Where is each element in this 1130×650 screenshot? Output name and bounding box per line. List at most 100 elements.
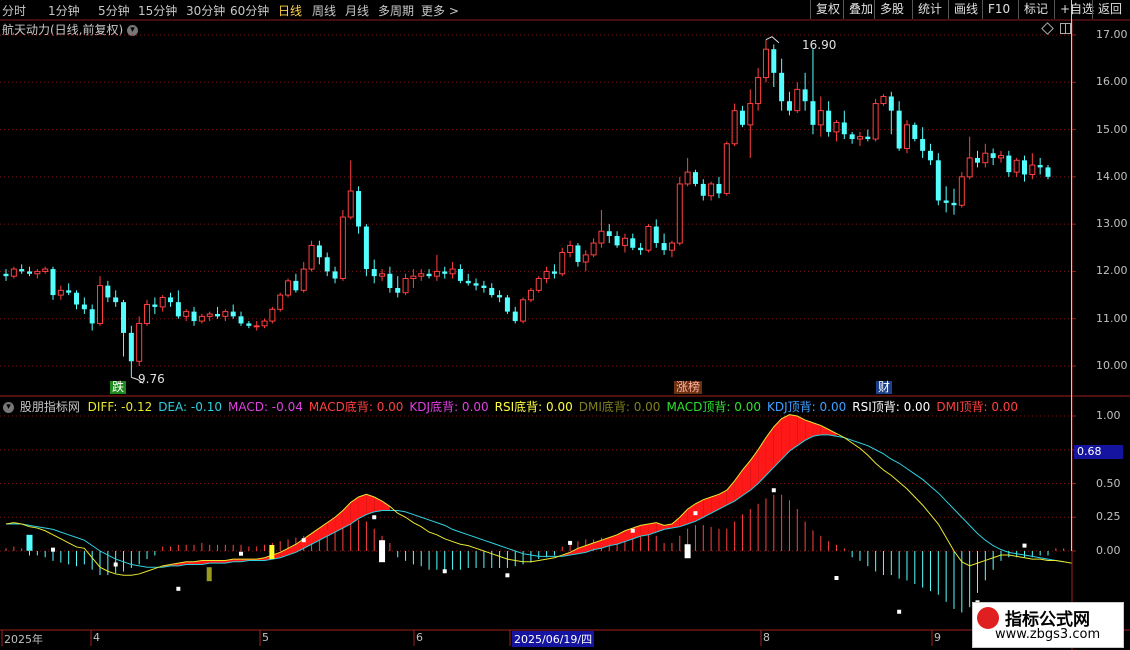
candle-body: [653, 226, 659, 244]
indicator-tick-label: 0.50: [1096, 476, 1121, 490]
high-price-label: 16.90: [802, 38, 837, 52]
candle-body: [849, 134, 855, 140]
candle-body: [888, 96, 894, 111]
signal-dot: [771, 488, 776, 493]
signal-block: [269, 545, 275, 559]
marker-finance[interactable]: 财: [876, 381, 893, 394]
candle-body: [465, 280, 471, 284]
signal-dot: [442, 569, 447, 574]
kline-chart[interactable]: [0, 0, 1130, 650]
chevron-down-icon[interactable]: ▾: [3, 402, 14, 413]
macd-fill: [366, 494, 375, 515]
candle-body: [371, 269, 377, 277]
candle-body: [27, 271, 33, 274]
candle-body: [817, 110, 824, 126]
signal-dot: [693, 511, 698, 516]
candle-body: [982, 152, 989, 164]
candle-body: [951, 202, 957, 206]
candle-body: [747, 103, 754, 126]
candle-body: [527, 289, 534, 301]
dea-line: [6, 434, 1064, 568]
marker-rank[interactable]: 涨榜: [674, 381, 703, 394]
candle-body: [113, 297, 119, 303]
candle-body: [575, 245, 581, 262]
indicator-tick-label: 0.25: [1096, 510, 1121, 524]
candle-body: [457, 269, 463, 281]
candle-body: [668, 242, 675, 251]
candle-body: [144, 304, 151, 324]
indicator-name: 股朋指标网: [19, 400, 80, 414]
price-tick-label: 14.00: [1096, 169, 1128, 183]
price-tick-label: 17.00: [1096, 28, 1128, 41]
candle-body: [1013, 159, 1020, 173]
signal-dot: [1022, 543, 1027, 548]
candle-body: [1021, 160, 1027, 175]
indicator-value-7: MACD顶背: 0.00: [666, 400, 762, 414]
candle-body: [66, 290, 72, 293]
candle-body: [990, 153, 996, 158]
low-price-label: 9.76: [138, 372, 165, 386]
candle-body: [567, 244, 574, 254]
candle-body: [19, 269, 25, 272]
candle-body: [152, 304, 158, 307]
candle-body: [198, 315, 205, 322]
candle-body: [856, 136, 863, 140]
date-tick-label: 8: [763, 631, 770, 644]
candle-body: [332, 271, 338, 279]
signal-block: [684, 544, 691, 559]
high-pointer: [765, 36, 780, 44]
indicator-legend: ▾ 股朋指标网 DIFF: -0.12 DEA: -0.10 MACD: -0.04…: [3, 398, 1030, 415]
candle-body: [121, 302, 127, 333]
signal-dot: [568, 540, 573, 545]
date-tick-label: 2025年: [4, 633, 43, 646]
macd-fill: [711, 494, 719, 514]
candle-body: [42, 268, 49, 272]
signal-dot: [51, 547, 56, 552]
candle-body: [300, 268, 307, 291]
candle-body: [356, 191, 362, 227]
candle-body: [449, 268, 456, 275]
candle-body: [630, 238, 636, 248]
candle-body: [34, 270, 41, 275]
candle-body: [277, 294, 284, 310]
candle-body: [222, 311, 229, 317]
candle-body: [159, 296, 166, 308]
candle-body: [731, 110, 738, 145]
candle-body: [128, 332, 134, 362]
signal-dot: [113, 562, 118, 567]
candle-body: [802, 89, 808, 102]
candle-body: [395, 287, 401, 293]
candle-body: [215, 313, 221, 317]
candle-body: [10, 268, 17, 277]
marker-fall[interactable]: 跌: [110, 381, 127, 394]
indicator-value-6: DMI底背: 0.00: [578, 400, 661, 414]
candle-body: [927, 150, 933, 161]
signal-dot: [176, 586, 181, 591]
price-tick-label: 10.00: [1096, 359, 1128, 372]
price-tick-label: 13.00: [1096, 217, 1128, 231]
candle-body: [442, 271, 448, 274]
indicator-tick-label: 1.00: [1096, 409, 1121, 422]
candle-body: [136, 322, 143, 362]
signal-dot: [301, 538, 306, 543]
candle-body: [684, 171, 691, 185]
candle-body: [418, 273, 425, 277]
candle-body: [716, 183, 722, 194]
candle-body: [865, 136, 871, 140]
candle-body: [543, 270, 550, 280]
candle-body: [833, 121, 840, 133]
signal-dot: [834, 576, 839, 580]
candle-body: [504, 297, 510, 312]
indicator-value-9: RSI顶背: 0.00: [852, 400, 931, 414]
candle-body: [191, 311, 197, 322]
candle-body: [708, 183, 715, 197]
signal-dot: [239, 551, 244, 556]
candle-body: [903, 124, 910, 149]
date-tick-label: 9: [934, 631, 941, 644]
candle-body: [638, 247, 644, 251]
candle-body: [1045, 167, 1051, 177]
candle-body: [794, 88, 801, 112]
candle-body: [771, 49, 777, 73]
signal-dot: [630, 528, 635, 533]
candle-body: [896, 110, 902, 149]
